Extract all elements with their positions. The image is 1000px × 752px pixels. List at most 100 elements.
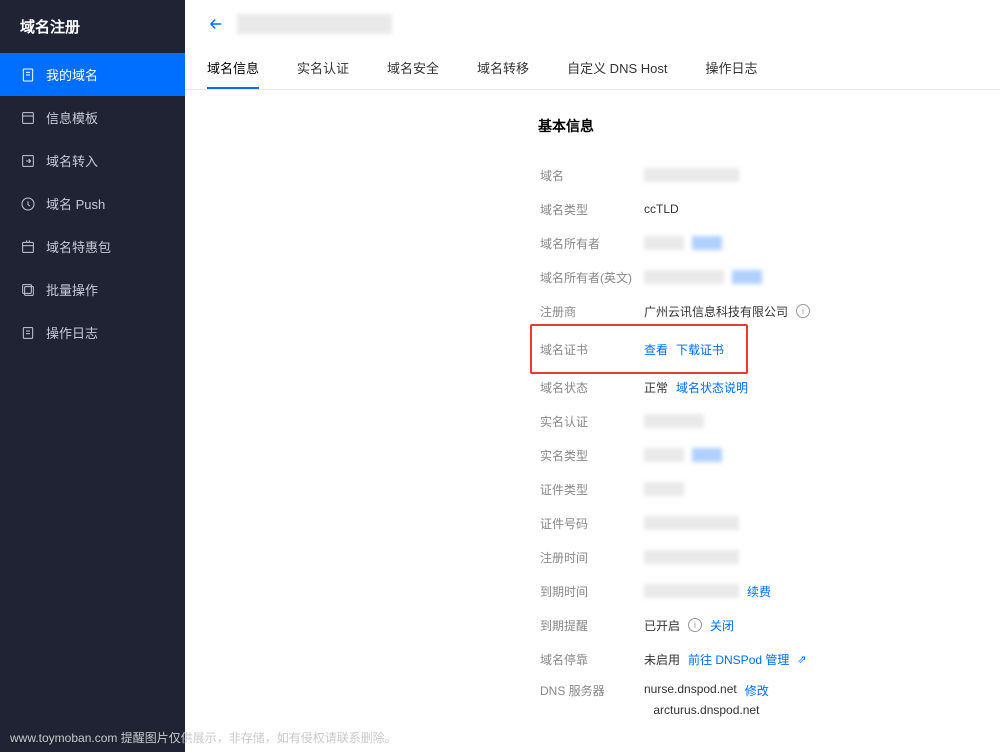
sidebar-item-label: 域名 Push <box>46 194 105 213</box>
row-status: 域名状态 正常 域名状态说明 <box>540 370 1000 404</box>
redacted-accent <box>692 236 722 250</box>
label-remind: 到期提醒 <box>540 617 644 634</box>
label-domain: 域名 <box>540 167 644 184</box>
tabs: 域名信息 实名认证 域名安全 域名转移 自定义 DNS Host 操作日志 <box>185 40 1000 90</box>
label-realname: 实名认证 <box>540 413 644 430</box>
row-registrar: 注册商 广州云讯信息科技有限公司 i <box>540 294 1000 328</box>
row-dns: DNS 服务器 nurse.dnspod.net 修改 arcturus.dns… <box>540 676 1000 717</box>
value-registrar: 广州云讯信息科技有限公司 <box>644 303 788 320</box>
redacted-value <box>644 414 704 428</box>
row-expire-time: 到期时间 续费 <box>540 574 1000 608</box>
transfer-icon <box>20 153 36 169</box>
sidebar-item-info-template[interactable]: 信息模板 <box>0 96 185 139</box>
value-remind: 已开启 <box>644 617 680 634</box>
row-cert-type: 证件类型 <box>540 472 1000 506</box>
sidebar-item-package[interactable]: 域名特惠包 <box>0 225 185 268</box>
link-modify-dns[interactable]: 修改 <box>745 682 769 699</box>
sidebar-item-label: 我的域名 <box>46 65 98 84</box>
row-cert-number: 证件号码 <box>540 506 1000 540</box>
value-status: 正常 <box>644 379 668 396</box>
label-realname-type: 实名类型 <box>540 447 644 464</box>
label-cert-type: 证件类型 <box>540 481 644 498</box>
redacted-value <box>644 270 724 284</box>
external-link-icon: ⇗ <box>797 653 806 666</box>
main: 域名信息 实名认证 域名安全 域名转移 自定义 DNS Host 操作日志 基本… <box>185 0 1000 752</box>
label-owner-en: 域名所有者(英文) <box>540 269 644 286</box>
label-owner: 域名所有者 <box>540 235 644 252</box>
label-registrar: 注册商 <box>540 303 644 320</box>
package-icon <box>20 239 36 255</box>
sidebar-item-batch[interactable]: 批量操作 <box>0 268 185 311</box>
label-dns: DNS 服务器 <box>540 682 644 699</box>
value-dns1: nurse.dnspod.net <box>644 682 737 699</box>
sidebar-item-my-domains[interactable]: 我的域名 <box>0 53 185 96</box>
link-status-info[interactable]: 域名状态说明 <box>676 379 748 396</box>
sidebar-item-logs[interactable]: 操作日志 <box>0 311 185 354</box>
back-arrow-icon[interactable] <box>207 15 225 33</box>
row-expire-remind: 到期提醒 已开启 i 关闭 <box>540 608 1000 642</box>
content: 基本信息 域名 域名类型 ccTLD 域名所有者 域名所有者(英文) 注册商 <box>185 90 1000 752</box>
sidebar: 域名注册 我的域名 信息模板 域名转入 域名 Push 域名特惠包 <box>0 0 185 752</box>
section-title: 基本信息 <box>538 116 1000 136</box>
watermark: www.toymoban.com 提醒图片仅供展示，非存储，如有侵权请联系删除。 <box>185 729 397 746</box>
link-dnspod[interactable]: 前往 DNSPod 管理 <box>688 651 789 668</box>
document-icon <box>20 67 36 83</box>
row-realname-type: 实名类型 <box>540 438 1000 472</box>
value-parking: 未启用 <box>644 651 680 668</box>
sidebar-item-label: 操作日志 <box>46 323 98 342</box>
sidebar-nav: 我的域名 信息模板 域名转入 域名 Push 域名特惠包 批量操作 <box>0 53 185 354</box>
label-reg-time: 注册时间 <box>540 549 644 566</box>
label-status: 域名状态 <box>540 379 644 396</box>
push-icon <box>20 196 36 212</box>
link-close-remind[interactable]: 关闭 <box>710 617 734 634</box>
redacted-accent <box>692 448 722 462</box>
row-parking: 域名停靠 未启用 前往 DNSPod 管理 ⇗ <box>540 642 1000 676</box>
label-parking: 域名停靠 <box>540 651 644 668</box>
row-reg-time: 注册时间 <box>540 540 1000 574</box>
sidebar-item-label: 批量操作 <box>46 280 98 299</box>
highlight-certificate: 域名证书 查看 下载证书 <box>530 324 748 374</box>
row-owner-en: 域名所有者(英文) <box>540 260 1000 294</box>
value-domain-type: ccTLD <box>644 202 679 216</box>
sidebar-item-label: 域名转入 <box>46 151 98 170</box>
row-domain-type: 域名类型 ccTLD <box>540 192 1000 226</box>
redacted-accent <box>732 270 762 284</box>
info-icon[interactable]: i <box>796 304 810 318</box>
tab-security[interactable]: 域名安全 <box>387 50 439 89</box>
info-icon[interactable]: i <box>688 618 702 632</box>
header <box>185 0 1000 40</box>
redacted-value <box>644 516 739 530</box>
sidebar-title: 域名注册 <box>0 0 185 53</box>
label-certificate: 域名证书 <box>540 341 644 358</box>
row-realname-auth: 实名认证 <box>540 404 1000 438</box>
value-dns2: arcturus.dnspod.net <box>653 703 759 717</box>
sidebar-item-transfer-in[interactable]: 域名转入 <box>0 139 185 182</box>
label-expire-time: 到期时间 <box>540 583 644 600</box>
sidebar-item-label: 域名特惠包 <box>46 237 111 256</box>
link-renew[interactable]: 续费 <box>747 583 771 600</box>
header-title-redacted <box>237 14 392 34</box>
redacted-value <box>644 550 739 564</box>
tab-transfer[interactable]: 域名转移 <box>477 50 529 89</box>
tab-custom-dns[interactable]: 自定义 DNS Host <box>567 50 667 89</box>
row-owner: 域名所有者 <box>540 226 1000 260</box>
redacted-value <box>644 236 684 250</box>
sidebar-item-push[interactable]: 域名 Push <box>0 182 185 225</box>
tab-realname[interactable]: 实名认证 <box>297 50 349 89</box>
row-domain: 域名 <box>540 158 1000 192</box>
link-download-cert[interactable]: 下载证书 <box>676 341 724 358</box>
tab-logs[interactable]: 操作日志 <box>705 50 757 89</box>
row-certificate: 域名证书 查看 下载证书 <box>540 332 738 366</box>
label-cert-number: 证件号码 <box>540 515 644 532</box>
label-domain-type: 域名类型 <box>540 201 644 218</box>
redacted-value <box>644 448 684 462</box>
link-view-cert[interactable]: 查看 <box>644 341 668 358</box>
tab-domain-info[interactable]: 域名信息 <box>207 50 259 89</box>
sidebar-item-label: 信息模板 <box>46 108 98 127</box>
log-icon <box>20 325 36 341</box>
redacted-value <box>644 584 739 598</box>
template-icon <box>20 110 36 126</box>
batch-icon <box>20 282 36 298</box>
redacted-value <box>644 482 684 496</box>
redacted-value <box>644 168 739 182</box>
